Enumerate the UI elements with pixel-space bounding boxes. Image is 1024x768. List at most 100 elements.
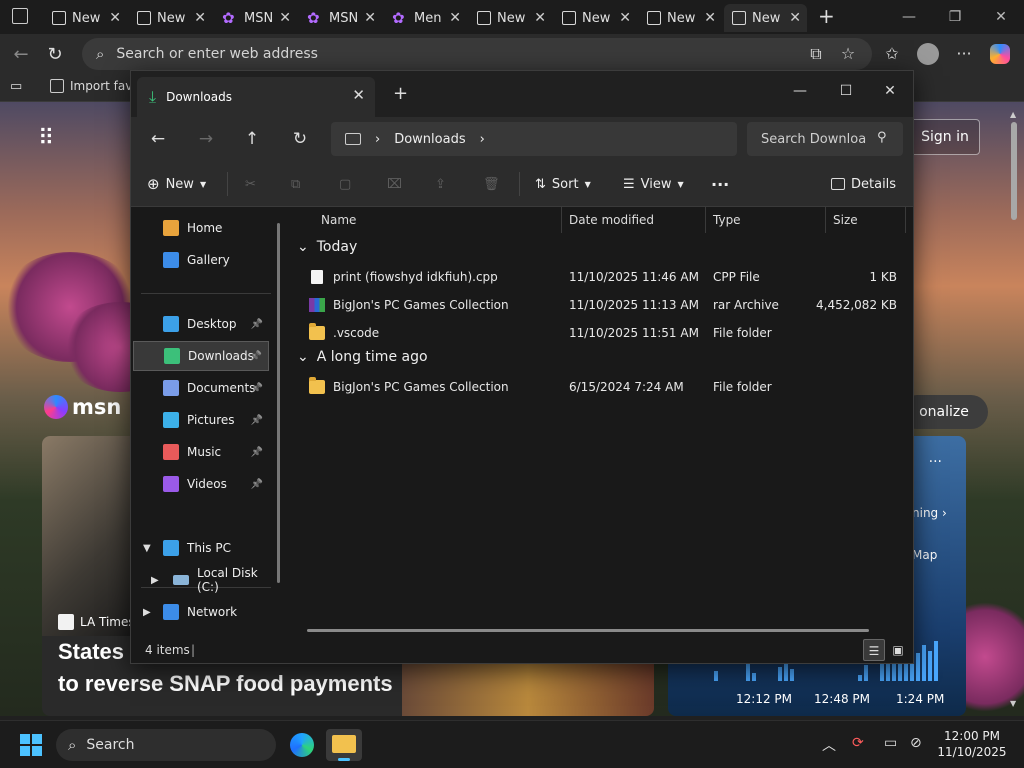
chevron-down-icon[interactable]: ⌄ [297, 349, 309, 365]
sidebar-item-documents[interactable]: Documents 📌 [133, 373, 269, 403]
network-status-icon[interactable]: ⊘ [910, 735, 922, 751]
chevron-right-icon[interactable]: › [480, 132, 485, 147]
apps-grid-icon[interactable]: ⠿ [38, 126, 54, 151]
read-aloud-icon[interactable]: ⧉ [804, 42, 828, 66]
chevron-down-icon[interactable]: ⌄ [297, 239, 309, 255]
paste-button[interactable]: ▢ [339, 173, 351, 195]
favorites-icon[interactable]: ✩ [880, 42, 904, 66]
close-tab-icon[interactable]: ✕ [619, 10, 631, 26]
close-tab-icon[interactable]: ✕ [534, 10, 546, 26]
page-scrollbar[interactable]: ▲ ▼ [1010, 110, 1018, 708]
file-row[interactable]: .vscode 11/10/2025 11:51 AM File folder [305, 321, 905, 347]
close-tab-icon[interactable]: ✕ [194, 10, 206, 26]
import-favorites-link[interactable]: Import favo [50, 79, 140, 93]
sort-button[interactable]: ⇅ Sort ▼ [535, 173, 591, 195]
file-row[interactable]: BigJon's PC Games Collection 6/15/2024 7:… [305, 375, 905, 401]
close-tab-icon[interactable]: ✕ [789, 10, 801, 26]
maximize-button[interactable]: ☐ [823, 77, 869, 105]
forward-arrow-icon[interactable]: → [193, 126, 219, 152]
file-row[interactable]: print (fiowshyd idkfiuh).cpp 11/10/2025 1… [305, 265, 905, 291]
explorer-tab-downloads[interactable]: ⤓ Downloads ✕ [137, 77, 375, 117]
minimize-button[interactable]: — [777, 77, 823, 105]
weather-map-link[interactable]: Map [912, 548, 937, 562]
back-arrow-icon[interactable]: ← [145, 126, 171, 152]
column-header-date[interactable]: Date modified [569, 213, 654, 227]
sign-in-button[interactable]: Sign in [910, 119, 980, 155]
browser-tab[interactable]: New ✕ [44, 4, 127, 32]
close-tab-icon[interactable]: ✕ [352, 86, 365, 104]
details-button[interactable]: Details [831, 173, 896, 195]
display-icon[interactable]: ▭ [884, 735, 897, 751]
chevron-right-icon[interactable]: › [375, 132, 380, 147]
sidebar-item-downloads[interactable]: Downloads 📌 [133, 341, 269, 371]
scrollbar-thumb[interactable] [1011, 122, 1017, 220]
back-arrow-icon[interactable]: ← [8, 42, 34, 68]
weather-forecast-link[interactable]: ning › [912, 506, 947, 520]
sidebar-item-music[interactable]: Music 📌 [133, 437, 269, 467]
browser-tab[interactable]: New ✕ [554, 4, 637, 32]
more-menu-icon[interactable]: ··· [952, 42, 976, 66]
column-header-size[interactable]: Size [833, 213, 858, 227]
chevron-down-icon[interactable]: ▼ [143, 543, 151, 554]
new-tab-button[interactable]: + [818, 4, 835, 28]
sidebar-item-local-disk[interactable]: ▶ Local Disk (C:) [133, 565, 269, 595]
group-header[interactable]: ⌄ Today [297, 239, 357, 255]
tab-actions-icon[interactable] [12, 8, 28, 24]
file-row[interactable]: BigJon's PC Games Collection 11/10/2025 1… [305, 293, 905, 319]
favorite-star-icon[interactable]: ☆ [836, 42, 860, 66]
breadcrumb[interactable]: › Downloads › [331, 122, 737, 156]
start-button[interactable] [20, 734, 42, 756]
copilot-icon[interactable] [988, 42, 1012, 66]
tiles-view-button[interactable]: ▣ [887, 639, 909, 661]
breadcrumb-item-downloads[interactable]: Downloads [394, 132, 465, 147]
cut-button[interactable]: ✂ [245, 173, 256, 195]
browser-tab[interactable]: New ✕ [129, 4, 212, 32]
column-header-type[interactable]: Type [713, 213, 741, 227]
new-button[interactable]: ⊕ New ▼ [147, 173, 206, 195]
sidebar-item-this-pc[interactable]: ▼ This PC [133, 533, 269, 563]
sidebar-item-network[interactable]: ▶ Network [133, 597, 269, 627]
sidebar-item-pictures[interactable]: Pictures 📌 [133, 405, 269, 435]
rename-button[interactable]: ⌧ [387, 173, 402, 195]
browser-tab[interactable]: New ✕ [639, 4, 722, 32]
refresh-icon[interactable]: ↻ [287, 126, 313, 152]
browser-tab[interactable]: ✿ MSN ✕ [299, 4, 382, 32]
explorer-new-tab-button[interactable]: + [393, 83, 408, 104]
navigation-pane-scrollbar[interactable] [277, 223, 280, 583]
weather-more-icon[interactable]: ··· [929, 454, 942, 470]
browser-tab[interactable]: ✿ MSN ✕ [214, 4, 297, 32]
close-tab-icon[interactable]: ✕ [449, 10, 461, 26]
delete-button[interactable]: 🗑 [483, 173, 500, 195]
browser-close-button[interactable]: ✕ [978, 0, 1024, 34]
sidebar-item-videos[interactable]: Videos 📌 [133, 469, 269, 499]
copy-button[interactable]: ⧉ [291, 173, 300, 195]
column-header-name[interactable]: Name [321, 213, 356, 227]
refresh-icon[interactable]: ↻ [42, 42, 68, 68]
browser-tab[interactable]: ✿ Men ✕ [384, 4, 467, 32]
view-button[interactable]: ☰ View ▼ [623, 173, 684, 195]
more-options-button[interactable]: ··· [711, 173, 729, 195]
sync-icon[interactable]: ⟳ [852, 735, 864, 751]
browser-tab[interactable]: New ✕ [469, 4, 552, 32]
clock[interactable]: 12:00 PM 11/10/2025 [936, 728, 1008, 760]
chevron-up-icon[interactable]: ︿ [822, 735, 836, 755]
close-tab-icon[interactable]: ✕ [364, 10, 376, 26]
file-explorer-taskbar-icon[interactable] [326, 729, 362, 761]
edge-taskbar-icon[interactable] [284, 729, 320, 761]
close-tab-icon[interactable]: ✕ [109, 10, 121, 26]
close-tab-icon[interactable]: ✕ [279, 10, 291, 26]
up-arrow-icon[interactable]: ↑ [239, 126, 265, 152]
sidebar-item-home[interactable]: Home [133, 213, 269, 243]
sidebar-item-desktop[interactable]: Desktop 📌 [133, 309, 269, 339]
this-pc-icon[interactable] [345, 133, 361, 145]
browser-minimize-button[interactable]: — [886, 0, 932, 34]
share-button[interactable]: ⇪ [435, 173, 446, 195]
horizontal-scrollbar[interactable] [307, 629, 869, 632]
chevron-right-icon[interactable]: ▶ [143, 607, 151, 618]
chevron-right-icon[interactable]: ▶ [151, 575, 159, 586]
details-view-button[interactable]: ☰ [863, 639, 885, 661]
address-bar[interactable]: ⌕ Search or enter web address [82, 38, 872, 70]
close-button[interactable]: ✕ [867, 77, 913, 105]
reading-mode-icon[interactable]: ▭ [10, 79, 22, 94]
profile-avatar[interactable] [916, 42, 940, 66]
